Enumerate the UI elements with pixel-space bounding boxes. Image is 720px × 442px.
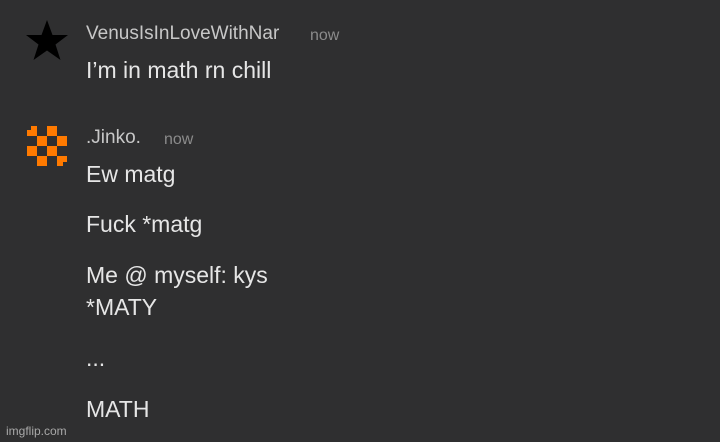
chat-log: VenusIsInLoveWithNar now I’m in math rn …: [0, 0, 720, 442]
message-2-line-4: *MATY: [86, 294, 158, 320]
imgflip-watermark: imgflip.com: [6, 424, 67, 438]
message-1-timestamp: now: [310, 27, 340, 44]
message-2-username[interactable]: .Jinko.: [86, 127, 141, 149]
message-1-line-1: I’m in math rn chill: [86, 57, 272, 83]
message-2-line-6: MATH: [86, 396, 150, 422]
message-2-line-2: Fuck *matg: [86, 211, 203, 237]
message-2-timestamp: now: [164, 131, 194, 148]
message-2-line-5: ...: [86, 345, 106, 371]
message-2-line-1: Ew matg: [86, 161, 176, 187]
message-1-username[interactable]: VenusIsInLoveWithNar: [86, 23, 279, 45]
message-2-line-3: Me @ myself: kys: [86, 262, 268, 288]
orange-pixel-checker-icon[interactable]: [24, 123, 70, 169]
black-star-icon[interactable]: [24, 18, 70, 64]
